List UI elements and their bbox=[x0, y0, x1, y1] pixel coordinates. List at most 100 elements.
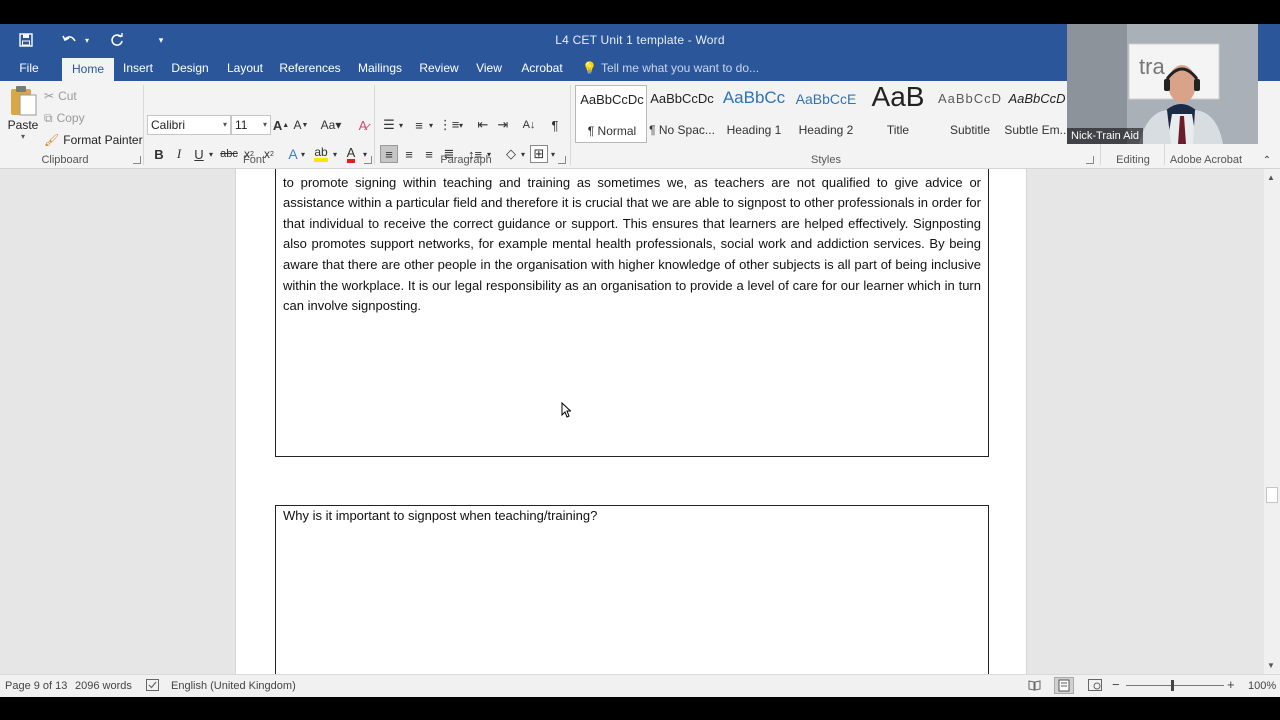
zoom-in-icon[interactable]: + bbox=[1227, 677, 1235, 692]
font-group-label: Font bbox=[242, 154, 265, 166]
clipboard-launcher-icon[interactable] bbox=[133, 156, 141, 164]
style-preview: AaBbCcD bbox=[937, 91, 1003, 106]
collapse-ribbon-icon[interactable]: ⌃ bbox=[1258, 151, 1276, 169]
zoom-slider[interactable] bbox=[1126, 685, 1224, 686]
separator bbox=[143, 85, 144, 165]
change-case-icon[interactable]: Aa▾ bbox=[318, 116, 344, 134]
tab-design[interactable]: Design bbox=[166, 56, 214, 81]
style-heading-2[interactable]: AaBbCcE Heading 2 bbox=[790, 85, 862, 143]
page-count[interactable]: Page 9 of 13 bbox=[5, 680, 67, 692]
format-painter-label: Format Painter bbox=[63, 133, 143, 147]
chevron-down-icon[interactable]: ▾ bbox=[396, 116, 406, 134]
style-preview: AaBbCcDc bbox=[580, 92, 644, 107]
language[interactable]: English (United Kingdom) bbox=[171, 680, 296, 692]
brush-icon: 🖌 bbox=[44, 133, 60, 147]
zoom-slider-thumb[interactable] bbox=[1171, 680, 1174, 691]
copy-icon: ⧉ bbox=[44, 110, 53, 125]
tab-home[interactable]: Home bbox=[62, 58, 114, 81]
scroll-thumb[interactable] bbox=[1266, 487, 1278, 503]
adobe-acrobat-group-button[interactable]: Adobe Acrobat bbox=[1166, 154, 1246, 166]
style-name: Heading 1 bbox=[726, 123, 782, 137]
font-name-combo[interactable]: Calibri ▾ bbox=[147, 115, 231, 135]
webcam-overlay: tra Nick-Train Aid bbox=[1067, 24, 1258, 144]
style-no-spacing[interactable]: AaBbCcDc ¶ No Spac... bbox=[646, 85, 718, 143]
decrease-indent-icon[interactable]: ⇤ bbox=[474, 116, 492, 134]
tell-me-text: Tell me what you want to do... bbox=[600, 61, 760, 75]
chevron-down-icon[interactable]: ▾ bbox=[456, 116, 466, 134]
clear-formatting-icon[interactable]: A̷ bbox=[354, 116, 372, 134]
editing-group-button[interactable]: Editing bbox=[1104, 154, 1162, 166]
style-subtle-emphasis[interactable]: AaBbCcD Subtle Em... bbox=[1004, 85, 1070, 143]
vertical-scrollbar[interactable]: ▲ ▼ bbox=[1264, 169, 1280, 674]
zoom-out-icon[interactable]: − bbox=[1112, 677, 1120, 692]
style-preview: AaBbCc bbox=[722, 88, 786, 107]
paste-icon bbox=[11, 86, 37, 116]
style-preview: AaBbCcE bbox=[795, 91, 857, 107]
word-count[interactable]: 2096 words bbox=[75, 680, 132, 692]
tell-me-box[interactable]: 💡 Tell me what you want to do... bbox=[582, 56, 759, 81]
style-name: ¶ No Spac... bbox=[649, 123, 715, 137]
paragraph-launcher-icon[interactable] bbox=[558, 156, 566, 164]
increase-indent-icon[interactable]: ⇥ bbox=[494, 116, 512, 134]
paste-button[interactable]: Paste ▾ bbox=[6, 85, 40, 143]
tab-view[interactable]: View bbox=[470, 56, 508, 81]
styles-launcher-icon[interactable] bbox=[1086, 156, 1094, 164]
presenter-name: Nick-Train Aid bbox=[1067, 128, 1144, 144]
read-mode-icon[interactable] bbox=[1028, 679, 1041, 694]
chevron-down-icon: ▾ bbox=[262, 120, 267, 129]
paste-label: Paste bbox=[7, 118, 39, 132]
tab-mailings[interactable]: Mailings bbox=[352, 56, 408, 81]
tab-review[interactable]: Review bbox=[414, 56, 464, 81]
format-painter-button[interactable]: 🖌 Format Painter bbox=[44, 131, 143, 149]
answer-box-1[interactable]: Signposting refers to the act of guiding… bbox=[275, 169, 989, 457]
cut-label: Cut bbox=[58, 89, 77, 103]
font-name-value: Calibri bbox=[151, 118, 186, 132]
show-marks-icon[interactable]: ¶ bbox=[546, 116, 564, 134]
copy-button[interactable]: ⧉ Copy bbox=[44, 109, 85, 127]
style-name: Subtle Em... bbox=[1004, 123, 1070, 137]
question-text[interactable]: Why is it important to signpost when tea… bbox=[283, 506, 981, 527]
cut-button[interactable]: ✂ Cut bbox=[44, 87, 77, 105]
document-page: Signposting refers to the act of guiding… bbox=[235, 169, 1027, 674]
paste-dropdown-icon: ▾ bbox=[20, 132, 25, 141]
separator bbox=[374, 85, 375, 165]
screen: ▾ ▾ L4 CET Unit 1 template - Word File H… bbox=[0, 0, 1280, 720]
lightbulb-icon: 💡 bbox=[582, 61, 597, 75]
document-area: Signposting refers to the act of guiding… bbox=[0, 169, 1264, 674]
answer-box-2[interactable]: Why is it important to signpost when tea… bbox=[275, 505, 989, 674]
status-bar: Page 9 of 13 2096 words English (United … bbox=[0, 674, 1280, 697]
tab-layout[interactable]: Layout bbox=[222, 56, 268, 81]
style-preview: AaBbCcDc bbox=[650, 91, 714, 106]
sort-icon[interactable]: A↓ bbox=[520, 116, 538, 134]
shrink-font-icon[interactable]: A ▼ bbox=[292, 116, 310, 134]
clipboard-group-label: Clipboard bbox=[41, 154, 89, 166]
presenter-video-image: tra bbox=[1067, 24, 1258, 144]
tab-file[interactable]: File bbox=[8, 56, 50, 81]
style-normal[interactable]: AaBbCcDc ¶ Normal bbox=[575, 85, 647, 143]
zoom-level[interactable]: 100% bbox=[1248, 680, 1276, 692]
grow-font-icon[interactable]: A ▲ bbox=[272, 116, 290, 134]
font-launcher-icon[interactable] bbox=[364, 156, 372, 164]
tab-acrobat[interactable]: Acrobat bbox=[514, 56, 570, 81]
answer-paragraph[interactable]: Signposting refers to the act of guiding… bbox=[283, 169, 981, 317]
style-subtitle[interactable]: AaBbCcD Subtitle bbox=[934, 85, 1006, 143]
scroll-down-icon[interactable]: ▼ bbox=[1267, 661, 1275, 670]
style-heading-1[interactable]: AaBbCc Heading 1 bbox=[718, 85, 790, 143]
mouse-cursor-icon bbox=[561, 401, 572, 423]
chevron-down-icon: ▾ bbox=[222, 120, 227, 129]
style-name: Title bbox=[886, 123, 910, 137]
tab-references[interactable]: References bbox=[276, 56, 344, 81]
web-layout-icon[interactable] bbox=[1088, 679, 1102, 694]
styles-group-label: Styles bbox=[811, 154, 841, 166]
font-size-combo[interactable]: 11 ▾ bbox=[231, 115, 271, 135]
tab-insert[interactable]: Insert bbox=[116, 56, 160, 81]
scroll-up-icon[interactable]: ▲ bbox=[1267, 173, 1275, 182]
paragraph-group-label: Paragraph bbox=[440, 154, 492, 166]
chevron-down-icon[interactable]: ▾ bbox=[426, 116, 436, 134]
style-title[interactable]: AaB Title bbox=[862, 81, 934, 143]
print-layout-icon[interactable] bbox=[1054, 677, 1074, 694]
style-name: ¶ Normal bbox=[587, 124, 637, 138]
style-name: Heading 2 bbox=[798, 123, 854, 137]
style-preview: AaB bbox=[871, 81, 925, 112]
proofing-icon[interactable] bbox=[146, 679, 159, 694]
